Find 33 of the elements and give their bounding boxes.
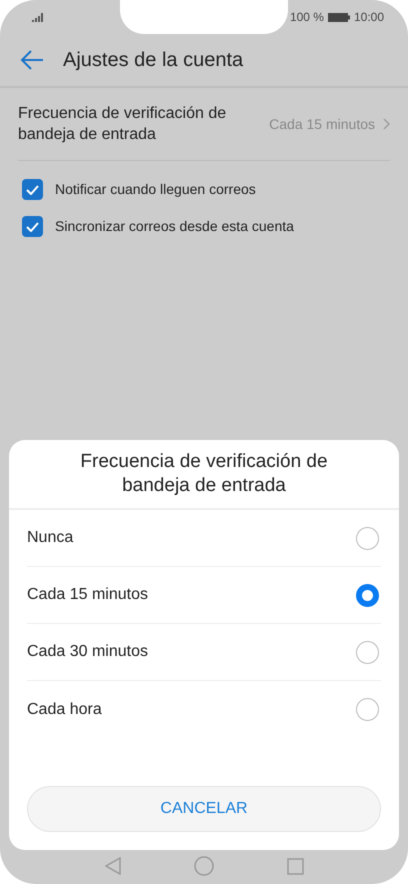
checkbox[interactable] (22, 216, 43, 237)
option-row[interactable]: Cada 15 minutos (27, 567, 381, 624)
checkbox-label: Notificar cuando lleguen correos (55, 180, 256, 199)
radio-button[interactable] (356, 640, 379, 664)
signal-icon (32, 12, 44, 22)
radio-button[interactable] (356, 584, 379, 606)
back-arrow-icon (20, 50, 44, 70)
option-row[interactable]: Cada hora (27, 681, 381, 738)
option-row[interactable]: Nunca (27, 510, 381, 567)
option-label: Cada 30 minutos (27, 642, 148, 662)
option-label: Cada 15 minutos (27, 585, 148, 605)
check-icon (26, 222, 39, 232)
radio-button[interactable] (356, 526, 379, 550)
setting-row[interactable]: Frecuencia de verificación de bandeja de entrada Cada 15 minutos (18, 88, 390, 161)
check-icon (26, 184, 39, 194)
dialog-title: Frecuencia de verificación de bandeja de entrada (79, 450, 329, 498)
recents-nav-icon[interactable] (286, 858, 304, 874)
clock: 10:00 (354, 9, 384, 26)
checkbox[interactable] (22, 179, 43, 200)
home-nav-icon[interactable] (194, 856, 214, 876)
radio-button[interactable] (356, 698, 379, 721)
page-title: Ajustes de la cuenta (63, 48, 244, 73)
chevron-right-icon (383, 118, 390, 130)
battery-icon (328, 12, 350, 22)
setting-label: Frecuencia de verificación de bandeja de entrada (18, 104, 228, 145)
option-label: Cada hora (27, 700, 102, 720)
back-nav-icon[interactable] (104, 857, 120, 875)
option-row[interactable]: Cada 30 minutos (27, 624, 381, 681)
cancel-button[interactable]: CANCELAR (27, 786, 381, 832)
checkbox-label: Sincronizar correos desde esta cuenta (55, 217, 294, 236)
setting-value: Cada 15 minutos (269, 114, 375, 134)
battery-percent: 100 % (290, 9, 324, 26)
option-label: Nunca (27, 528, 74, 548)
